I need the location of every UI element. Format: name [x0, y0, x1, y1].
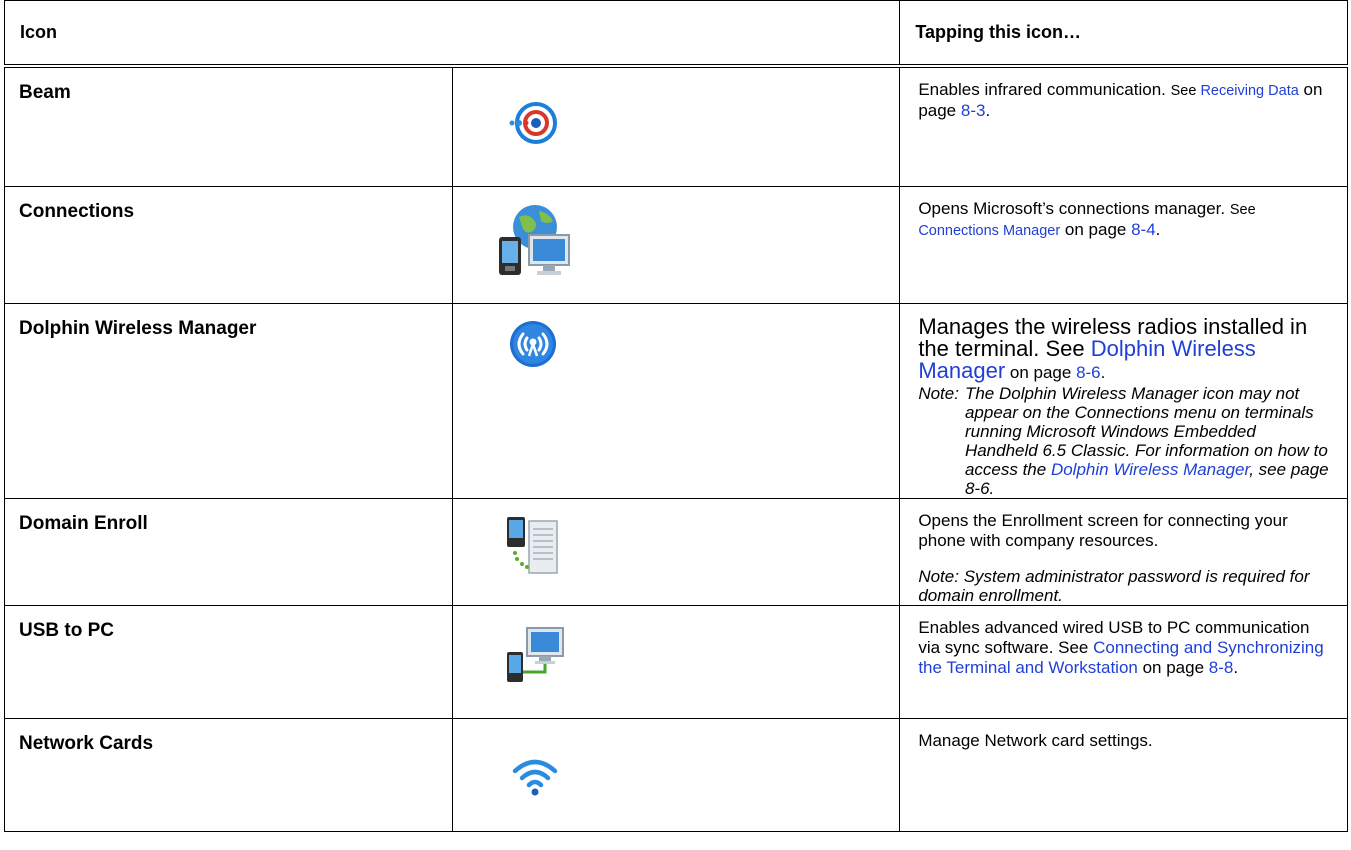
table-row: Connections Opens Microsoft’s connection…	[4, 186, 1348, 304]
row-name: Beam	[4, 65, 453, 187]
on-page-text: on page	[1060, 220, 1132, 239]
table-row: Network Cards Manage Network card settin…	[4, 718, 1348, 832]
note-text: System administrator password is require…	[918, 567, 1310, 605]
page-link[interactable]: 8-4	[1131, 220, 1156, 239]
table-row: Dolphin Wireless Manager Manages the wir…	[4, 303, 1348, 499]
header-description-column: Tapping this icon…	[899, 0, 1348, 68]
table-header: Icon Tapping this icon…	[3, 0, 1348, 68]
period: .	[1100, 363, 1106, 382]
row-name: Network Cards	[4, 718, 453, 832]
row-description: Opens Microsoft’s connections manager. S…	[899, 186, 1348, 304]
row-description: Manage Network card settings.	[899, 718, 1348, 832]
domain-enroll-icon	[506, 517, 558, 574]
period: .	[1233, 658, 1239, 677]
row-name: Domain Enroll	[4, 498, 453, 606]
row-name: USB to PC	[4, 605, 453, 719]
table-row: Domain Enroll Opens the Enrollment scree…	[4, 498, 1348, 606]
header-icon-column: Icon	[3, 0, 901, 68]
row-name: Dolphin Wireless Manager	[4, 303, 453, 499]
page-link[interactable]: 8-6	[1076, 363, 1101, 382]
page-link[interactable]: 8-8	[1209, 658, 1234, 677]
note: Note: The Dolphin Wireless Manager icon …	[918, 384, 1333, 498]
row-description: Opens the Enrollment screen for connecti…	[899, 498, 1348, 606]
usb-to-pc-icon	[506, 627, 564, 682]
table-row: USB to PC Enables advanced wired USB to …	[4, 605, 1348, 719]
description-text: Opens the Enrollment screen for connecti…	[918, 511, 1288, 550]
see-text: See	[1170, 83, 1201, 99]
wireless-manager-icon	[509, 321, 556, 367]
receiving-data-link[interactable]: Receiving Data	[1200, 83, 1298, 99]
note-dolphin-wireless-manager-link[interactable]: Dolphin Wireless Manager	[1051, 460, 1249, 479]
table-row: Beam Enables infrared communication. See…	[4, 65, 1348, 187]
description-text: Opens Microsoft’s connections manager.	[918, 199, 1230, 218]
row-description: Enables advanced wired USB to PC communi…	[899, 605, 1348, 719]
on-page-text: on page	[1137, 658, 1209, 677]
description-text: Manage Network card settings.	[918, 731, 1153, 750]
note-label: Note:	[918, 384, 959, 403]
period: .	[985, 101, 991, 120]
row-description: Enables infrared communication. See Rece…	[899, 65, 1348, 187]
note-label: Note:	[918, 567, 959, 586]
page-link[interactable]: 8-3	[961, 101, 986, 120]
connections-manager-link[interactable]: Connections Manager	[918, 223, 1060, 239]
icon-table: Icon Tapping this icon… Beam Enables inf…	[3, 0, 1348, 832]
see-text: See	[1229, 202, 1256, 218]
row-name: Connections	[4, 186, 453, 304]
row-description: Manages the wireless radios installed in…	[899, 303, 1348, 499]
period: .	[1155, 220, 1161, 239]
description-text: Enables infrared communication.	[918, 80, 1171, 99]
beam-icon	[509, 102, 557, 144]
network-cards-icon	[512, 759, 557, 796]
note: Note: System administrator password is r…	[918, 567, 1333, 605]
connections-icon	[498, 205, 570, 275]
icon-table-page: Icon Tapping this icon… Beam Enables inf…	[3, 0, 1348, 850]
on-page-text: on page	[1005, 363, 1077, 382]
